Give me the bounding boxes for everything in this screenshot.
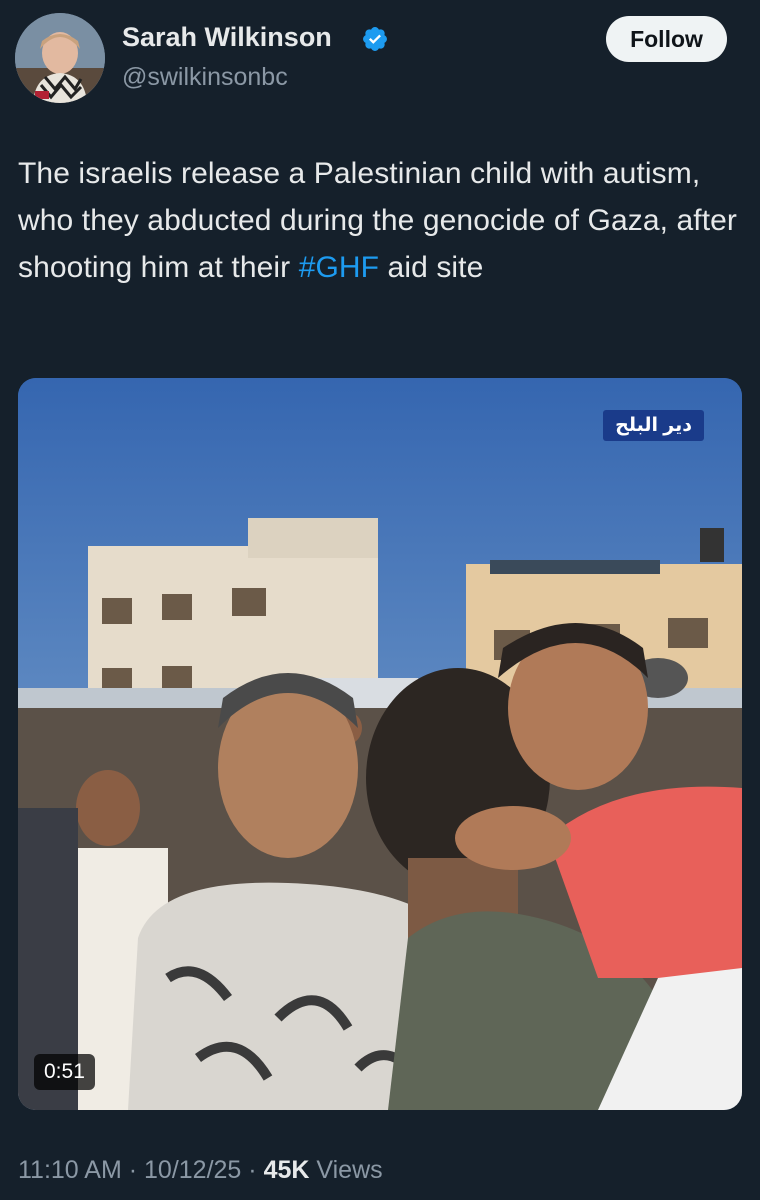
video-thumbnail bbox=[18, 378, 742, 1110]
tweet-text: The israelis release a Palestinian child… bbox=[18, 150, 746, 291]
hashtag-link[interactable]: #GHF bbox=[299, 251, 379, 284]
video-duration-badge: 0:51 bbox=[34, 1054, 95, 1090]
meta-separator: · bbox=[248, 1156, 257, 1184]
channel-location-label: دير البلح bbox=[603, 410, 704, 441]
follow-button[interactable]: Follow bbox=[606, 16, 727, 62]
meta-separator: · bbox=[128, 1156, 138, 1184]
views-label: Views bbox=[316, 1156, 383, 1184]
author-handle[interactable]: @swilkinsonbc bbox=[122, 63, 288, 92]
avatar[interactable] bbox=[15, 13, 105, 103]
views-count[interactable]: 45K bbox=[264, 1156, 310, 1184]
video-player[interactable]: دير البلح bbox=[18, 378, 742, 1110]
tweet: Sarah Wilkinson @swilkinsonbc Follow The… bbox=[0, 0, 760, 1200]
tweet-text-part: aid site bbox=[379, 251, 484, 284]
author-display-name[interactable]: Sarah Wilkinson bbox=[122, 22, 332, 53]
verified-badge-icon bbox=[363, 27, 387, 51]
tweet-date[interactable]: 10/12/25 bbox=[144, 1156, 241, 1184]
avatar-image bbox=[15, 13, 105, 103]
tweet-meta: 11:10 AM · 10/12/25 · 45K Views bbox=[18, 1156, 383, 1185]
tweet-time[interactable]: 11:10 AM bbox=[18, 1156, 122, 1184]
